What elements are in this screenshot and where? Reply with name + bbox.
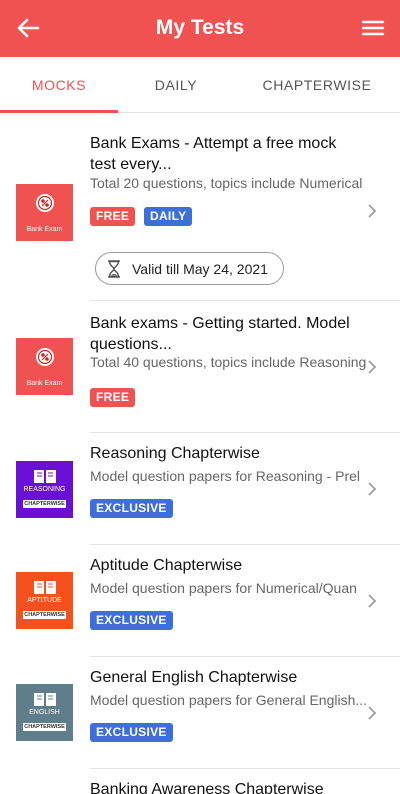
percent-circle-icon [36,194,54,212]
chevron-right-icon [368,360,377,374]
list-item-english-chapterwise[interactable]: ENGLISH CHAPTERWISE General English Chap… [0,657,400,769]
chevron-right-icon [368,482,377,496]
item-title: Banking Awareness Chapterwise [90,781,324,794]
chevron-right-icon [368,706,377,720]
item-title: Bank Exams - Attempt a free mock test ev… [90,135,337,173]
list-item-banking-awareness-chapterwise[interactable]: Banking Awareness Chapterwise [0,769,400,794]
free-badge: FREE [90,207,136,226]
exclusive-badge: EXCLUSIVE [90,499,173,518]
item-title: General English Chapterwise [90,669,298,686]
thumbnail-label: ENGLISH [29,709,60,716]
open-book-icon [34,470,56,483]
validity-chip: Valid till May 24, 2021 [95,252,284,285]
item-subtitle: Model question papers for Numerical/Quan [90,580,357,596]
thumbnail-tag: CHAPTERWISE [23,611,66,619]
reasoning-thumbnail: REASONING CHAPTERWISE [16,461,73,518]
thumbnail-tag: CHAPTERWISE [23,500,66,508]
page-title: My Tests [155,16,245,39]
exclusive-badge: EXCLUSIVE [90,723,173,742]
app-bar: My Tests [0,0,400,57]
tab-chapterwise[interactable]: CHAPTERWISE [234,57,400,113]
tab-daily[interactable]: DAILY [118,57,234,113]
hourglass-icon [108,260,120,278]
item-title: Bank exams - Getting started. Model ques… [90,315,350,353]
tab-bar: MOCKS DAILY CHAPTERWISE [0,57,400,113]
percent-circle-icon [36,348,54,366]
chevron-right-icon [368,594,377,608]
thumbnail-label: REASONING [23,486,66,493]
exclusive-badge: EXCLUSIVE [90,611,173,630]
thumbnail-label: Bank Exam [26,226,63,233]
item-subtitle: Model question papers for Reasoning - Pr… [90,468,361,484]
thumbnail-label: APTITUDE [27,597,62,604]
daily-badge: DAILY [144,207,193,226]
list-item-bank-exams-getting-started[interactable]: Bank Exam Bank exams - Getting started. … [0,301,400,433]
chevron-right-icon [368,204,377,218]
active-tab-indicator [0,110,118,113]
aptitude-thumbnail: APTITUDE CHAPTERWISE [16,572,73,629]
item-title: Reasoning Chapterwise [90,445,260,462]
item-subtitle: Total 20 questions, topics include Numer… [90,175,363,191]
hamburger-menu-icon[interactable] [360,15,386,41]
list-item-reasoning-chapterwise[interactable]: REASONING CHAPTERWISE Reasoning Chapterw… [0,433,400,545]
thumbnail-label: Bank Exam [26,380,63,387]
open-book-icon [34,693,56,706]
thumbnail-tag: CHAPTERWISE [23,723,66,731]
item-subtitle: Total 40 questions, topics include Reaso… [90,354,366,370]
bank-exam-thumbnail: Bank Exam [16,184,73,241]
item-title: Aptitude Chapterwise [90,557,243,574]
item-subtitle: Model question papers for General Englis… [90,692,366,708]
list-item-aptitude-chapterwise[interactable]: APTITUDE CHAPTERWISE Aptitude Chapterwis… [0,545,400,657]
bank-exam-thumbnail: Bank Exam [16,338,73,395]
free-badge: FREE [90,388,136,407]
open-book-icon [34,581,56,594]
validity-text: Valid till May 24, 2021 [132,261,268,277]
english-thumbnail: ENGLISH CHAPTERWISE [16,684,73,741]
tab-mocks[interactable]: MOCKS [0,57,118,113]
